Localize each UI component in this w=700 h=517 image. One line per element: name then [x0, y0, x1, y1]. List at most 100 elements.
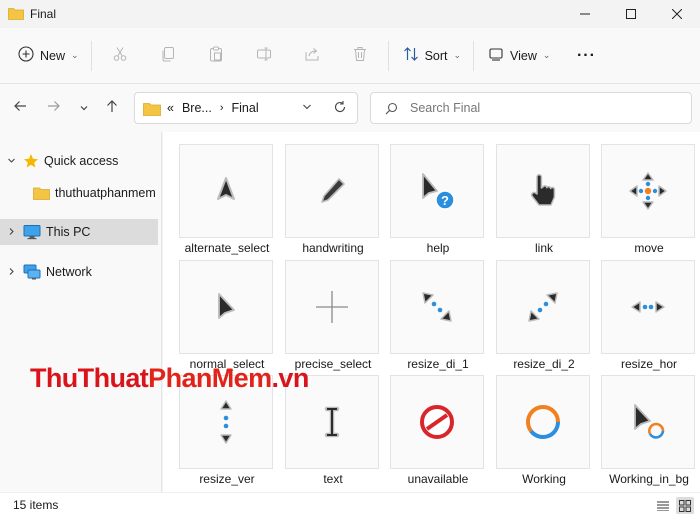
rename-button[interactable] [240, 40, 288, 72]
file-name: resize_ver [199, 472, 255, 486]
file-item[interactable]: resize_di_2 [496, 260, 592, 372]
file-item[interactable]: link [496, 144, 592, 256]
chevron-down-icon [79, 100, 89, 117]
address-row: « Bre... › Final Search Final [0, 84, 700, 132]
chevron-right-icon[interactable] [7, 267, 19, 278]
search-input[interactable]: Search Final [370, 92, 692, 124]
item-count: 15 items [13, 498, 59, 512]
file-item[interactable]: Working_in_bg [601, 375, 697, 487]
file-item[interactable]: text [285, 375, 381, 487]
trash-icon [352, 46, 368, 65]
share-button[interactable] [288, 40, 336, 72]
sidebar-item-label: thuthuatphanmem [55, 186, 156, 200]
file-item[interactable]: unavailable [390, 375, 486, 487]
breadcrumb-item[interactable]: Final [232, 101, 259, 115]
chevron-down-icon: ⌄ [71, 50, 79, 60]
address-dropdown-button[interactable] [301, 101, 313, 113]
status-bar: 15 items [0, 492, 700, 517]
file-item[interactable]: resize_di_1 [390, 260, 486, 372]
star-icon [23, 153, 39, 169]
file-name: resize_hor [620, 357, 678, 371]
working-in-background-cursor-icon [601, 375, 695, 469]
folder-icon [8, 6, 24, 23]
svg-text:?: ? [441, 193, 449, 208]
chevron-right-icon[interactable] [7, 227, 19, 238]
copy-icon [160, 46, 176, 65]
resize-vertical-icon [179, 375, 273, 469]
arrow-cursor-icon [179, 260, 273, 354]
file-item[interactable]: move [601, 144, 697, 256]
delete-button[interactable] [336, 40, 384, 72]
new-button[interactable]: New ⌄ [10, 40, 87, 72]
file-item[interactable]: ? help [390, 144, 486, 256]
file-item[interactable]: handwriting [285, 144, 381, 256]
file-item[interactable]: resize_ver [179, 375, 275, 487]
file-item[interactable]: resize_hor [601, 260, 697, 372]
file-name: move [634, 241, 664, 255]
scissors-icon [112, 46, 128, 65]
refresh-button[interactable] [333, 100, 347, 114]
forward-button[interactable] [42, 96, 66, 120]
copy-button[interactable] [144, 40, 192, 72]
more-icon: ··· [576, 46, 596, 64]
sort-label: Sort [424, 48, 448, 63]
new-label: New [40, 48, 66, 63]
close-button[interactable] [654, 0, 700, 28]
more-options-button[interactable]: ··· [562, 40, 610, 72]
arrow-right-icon [47, 99, 61, 117]
chevron-down-icon[interactable] [7, 156, 19, 167]
file-name: unavailable [407, 472, 469, 486]
plus-circle-icon [18, 46, 34, 65]
maximize-button[interactable] [608, 0, 654, 28]
sidebar-item-label: Network [46, 265, 92, 279]
up-button[interactable] [100, 96, 124, 120]
sidebar-item-label: This PC [46, 225, 91, 239]
clipboard-icon [208, 46, 224, 65]
breadcrumb-overflow[interactable]: « [167, 101, 174, 115]
sidebar-item-label: Quick access [44, 154, 119, 168]
resize-diagonal-2-icon [496, 260, 590, 354]
resize-horizontal-icon [601, 260, 695, 354]
file-item[interactable]: normal_select [179, 260, 275, 372]
folder-icon [33, 186, 50, 200]
rename-icon [256, 46, 272, 65]
sidebar-item-network[interactable]: Network [0, 259, 158, 285]
text-beam-cursor-icon [285, 375, 379, 469]
cut-button[interactable] [96, 40, 144, 72]
divider [387, 40, 389, 71]
window-title: Final [30, 7, 57, 21]
file-item[interactable]: alternate_select [179, 144, 275, 256]
sort-button[interactable]: Sort ⌄ [395, 40, 469, 72]
file-name: alternate_select [184, 241, 270, 255]
help-cursor-icon: ? [390, 144, 484, 238]
breadcrumb-separator-icon: › [219, 102, 224, 114]
file-name: help [426, 241, 450, 255]
sidebar-item-thuthuatphanmem[interactable]: thuthuatphanmem [0, 180, 158, 206]
file-item[interactable]: Working [496, 375, 592, 487]
recent-locations-button[interactable] [72, 96, 96, 120]
file-item[interactable]: precise_select [285, 260, 381, 372]
crosshair-cursor-icon [285, 260, 379, 354]
file-name: resize_di_1 [407, 357, 469, 371]
resize-diagonal-1-icon [390, 260, 484, 354]
sidebar-item-this-pc[interactable]: This PC [0, 219, 158, 245]
paste-button[interactable] [192, 40, 240, 72]
up-arrow-cursor-icon [179, 144, 273, 238]
back-button[interactable] [8, 96, 32, 120]
file-list: alternate_select handwriting ? help link… [163, 132, 700, 492]
divider [473, 40, 475, 71]
view-label: View [510, 48, 537, 63]
title-bar: Final [0, 0, 700, 28]
details-view-button[interactable] [654, 497, 672, 514]
large-icons-view-button[interactable] [676, 497, 694, 514]
file-name: link [534, 241, 553, 255]
view-button[interactable]: View ⌄ [480, 40, 558, 72]
sort-icon [403, 46, 419, 65]
file-name: Working [522, 472, 566, 486]
address-bar[interactable]: « Bre... › Final [134, 92, 358, 124]
navigation-pane: Quick access thuthuatphanmem This PC Net… [0, 132, 162, 492]
sidebar-item-quick-access[interactable]: Quick access [0, 148, 158, 174]
minimize-button[interactable] [562, 0, 608, 28]
breadcrumb-item[interactable]: Bre... [182, 101, 212, 115]
move-cursor-icon [601, 144, 695, 238]
